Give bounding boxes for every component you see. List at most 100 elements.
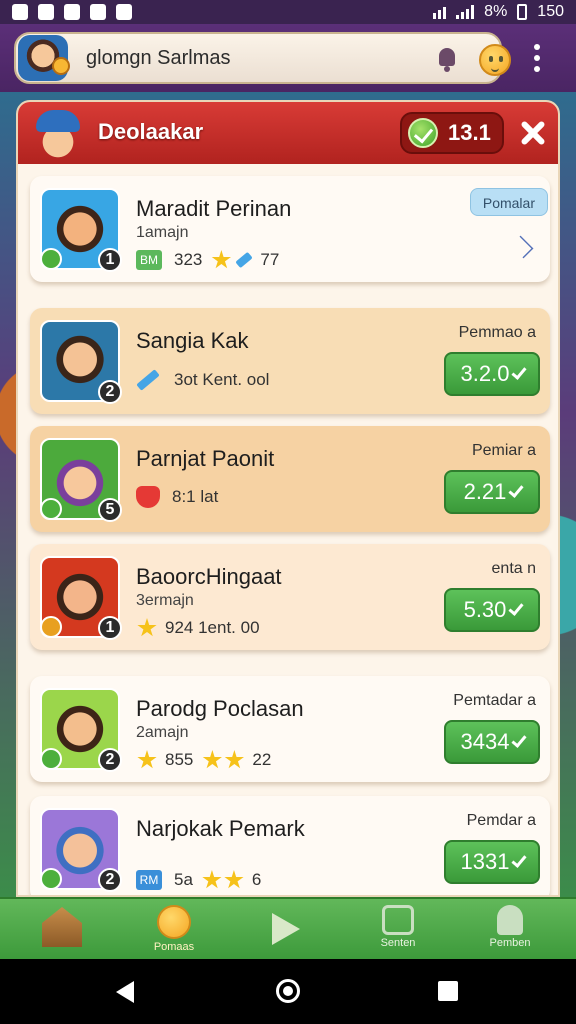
search-text[interactable]: glomgn Sarlmas bbox=[86, 47, 231, 70]
claim-button[interactable]: 1331 bbox=[444, 840, 540, 884]
player-avatar: 5 bbox=[40, 438, 122, 522]
player-subtitle: 1amajn bbox=[136, 224, 189, 241]
nav-label: Pomaas bbox=[153, 941, 195, 953]
close-button[interactable] bbox=[518, 118, 548, 148]
meta-value: 924 1ent. 00 bbox=[165, 618, 260, 637]
claim-button[interactable]: 3434 bbox=[444, 720, 540, 764]
player-avatar: 2 bbox=[40, 320, 122, 404]
status-badge bbox=[40, 868, 62, 890]
app-bar: glomgn Sarlmas bbox=[0, 24, 576, 92]
button-value: 3.2.0 bbox=[460, 361, 510, 386]
list-item[interactable]: 5 Parnjat Paonit 8:1 lat Pemiar a 2.21 bbox=[30, 426, 550, 532]
emoji-icon[interactable] bbox=[479, 44, 511, 76]
bottom-nav: Pomaas Senten Pemben bbox=[0, 897, 576, 959]
meta-value: 3ot Kent. ool bbox=[174, 370, 270, 389]
tag-label: RM bbox=[136, 870, 162, 890]
heart-icon bbox=[136, 486, 160, 508]
level-badge: 2 bbox=[98, 748, 122, 772]
status-label: Pemmao a bbox=[458, 324, 536, 341]
button-value: 1331 bbox=[460, 849, 510, 874]
tag-label: BM bbox=[136, 250, 162, 270]
nav-games[interactable]: Pomaas bbox=[126, 905, 222, 957]
battery-percent: 8% bbox=[484, 3, 508, 20]
player-meta: 8:1 lat bbox=[136, 486, 218, 508]
leaderboard-panel: Deolaakar 13.1 1 Maradit Perinan 1amajn … bbox=[16, 100, 560, 897]
notification-icon bbox=[90, 4, 106, 20]
check-icon bbox=[511, 732, 528, 748]
more-vert-icon[interactable] bbox=[534, 44, 542, 74]
meta-extra: 6 bbox=[251, 870, 262, 889]
header-avatar bbox=[32, 106, 84, 164]
player-name: Narjokak Pemark bbox=[136, 816, 305, 841]
claim-button[interactable]: 5.30 bbox=[444, 588, 540, 632]
profile-avatar[interactable] bbox=[18, 35, 70, 81]
meta-value: 323 bbox=[174, 250, 203, 269]
play-icon bbox=[272, 913, 300, 945]
notification-icons bbox=[12, 4, 132, 20]
pencil-icon bbox=[136, 369, 160, 391]
status-label: Pemdar a bbox=[466, 812, 536, 829]
list-item[interactable]: 2 Parodg Poclasan 2amajn 855 22 Pemtadar… bbox=[30, 676, 550, 782]
category-tag[interactable]: Pomalar bbox=[469, 188, 548, 216]
wifi-icon bbox=[433, 5, 447, 19]
player-meta: RM 5a 6 bbox=[136, 870, 261, 890]
button-value: 3434 bbox=[460, 729, 510, 754]
search-bar[interactable]: glomgn Sarlmas bbox=[14, 32, 511, 84]
player-name: Sangia Kak bbox=[136, 328, 249, 353]
star-icon bbox=[211, 250, 231, 269]
notification-icon bbox=[38, 4, 54, 20]
player-avatar: 2 bbox=[40, 688, 122, 772]
nav-play[interactable] bbox=[238, 905, 334, 957]
nav-senten[interactable]: Senten bbox=[350, 905, 446, 957]
player-name: Parnjat Paonit bbox=[136, 446, 275, 471]
player-meta: 855 22 bbox=[136, 750, 271, 770]
check-icon bbox=[511, 852, 528, 868]
player-name: BaoorcHingaat bbox=[136, 564, 282, 589]
chevron-right-icon[interactable] bbox=[510, 235, 534, 259]
meta-extra: 77 bbox=[260, 250, 280, 269]
list-item[interactable]: 2 Sangia Kak 3ot Kent. ool Pemmao a 3.2.… bbox=[30, 308, 550, 414]
score-value: 13.1 bbox=[448, 120, 491, 145]
status-label: Pemtadar a bbox=[453, 692, 536, 709]
status-time: 150 bbox=[537, 3, 564, 20]
player-meta: BM 323 77 bbox=[136, 250, 279, 270]
player-avatar: 2 bbox=[40, 808, 122, 892]
back-icon[interactable] bbox=[116, 981, 134, 1003]
bell-icon[interactable] bbox=[436, 48, 458, 72]
meta-value: 855 bbox=[165, 750, 194, 769]
meta-extra: 22 bbox=[252, 750, 272, 769]
player-meta: 924 1ent. 00 bbox=[136, 618, 260, 638]
home-button-icon[interactable] bbox=[276, 979, 300, 1003]
status-label: enta n bbox=[491, 560, 536, 577]
notification-icon bbox=[12, 4, 28, 20]
check-icon bbox=[511, 364, 528, 380]
list-item[interactable]: 2 Narjokak Pemark RM 5a 6 Pemdar a 1331 bbox=[30, 796, 550, 895]
player-subtitle: 2amajn bbox=[136, 724, 189, 741]
list-item[interactable]: 1 BaoorcHingaat 3ermajn 924 1ent. 00 ent… bbox=[30, 544, 550, 650]
notification-icon bbox=[64, 4, 80, 20]
status-badge bbox=[40, 498, 62, 520]
level-badge: 5 bbox=[98, 498, 122, 522]
signal-icon bbox=[456, 5, 475, 19]
nav-profile[interactable]: Pemben bbox=[462, 905, 558, 957]
button-value: 5.30 bbox=[463, 597, 507, 622]
status-badge bbox=[40, 748, 62, 770]
claim-button[interactable]: 2.21 bbox=[444, 470, 540, 514]
level-badge: 2 bbox=[98, 380, 122, 404]
home-icon bbox=[42, 907, 82, 947]
check-icon bbox=[508, 600, 524, 616]
nav-home[interactable] bbox=[14, 905, 110, 957]
check-icon bbox=[408, 118, 438, 148]
meta-value: 5a bbox=[174, 870, 193, 889]
person-icon bbox=[497, 905, 523, 935]
meta-value: 8:1 lat bbox=[172, 487, 219, 506]
nav-label: Senten bbox=[380, 937, 416, 949]
star-icon bbox=[224, 750, 244, 769]
status-label: Pemiar a bbox=[471, 442, 536, 459]
claim-button[interactable]: 3.2.0 bbox=[444, 352, 540, 396]
list-item[interactable]: 1 Maradit Perinan 1amajn BM 323 77 Pomal… bbox=[30, 176, 550, 282]
status-badge bbox=[40, 248, 62, 270]
button-value: 2.21 bbox=[463, 479, 507, 504]
recents-icon[interactable] bbox=[438, 981, 458, 1001]
player-avatar: 1 bbox=[40, 188, 122, 272]
